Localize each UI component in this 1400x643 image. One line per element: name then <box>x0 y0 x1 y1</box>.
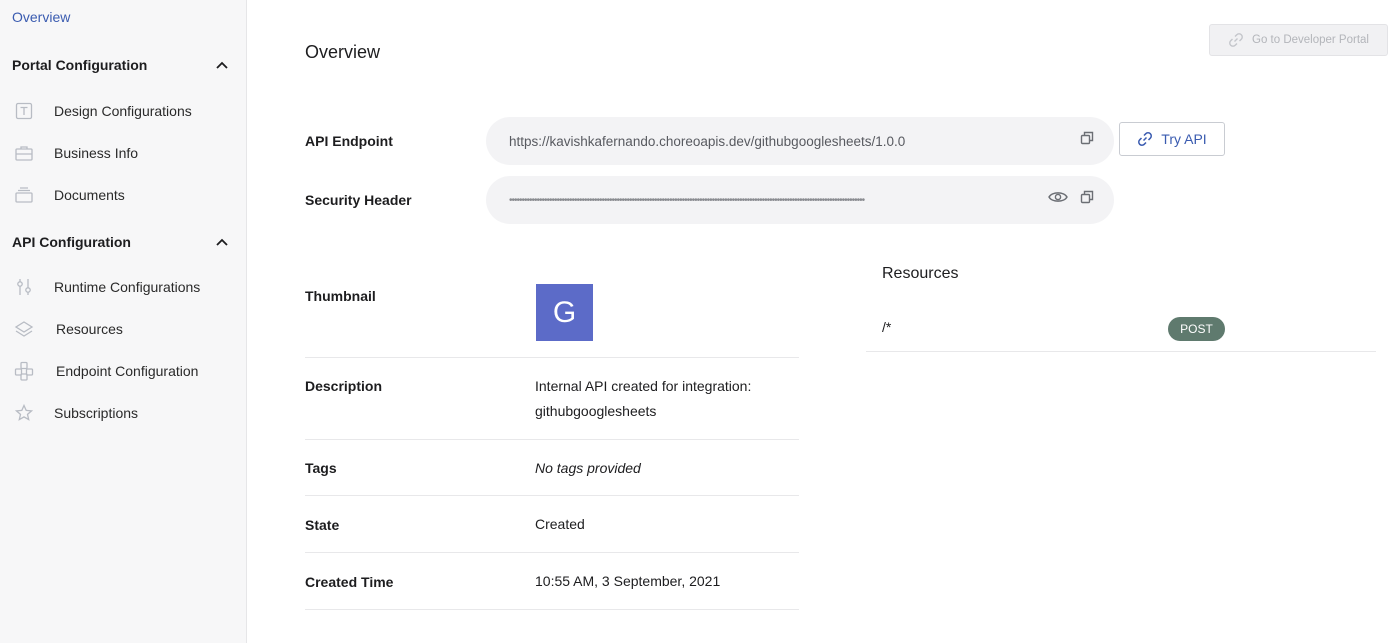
security-header-field[interactable]: ••••••••••••••••••••••••••••••••••••••••… <box>486 176 1114 224</box>
created-time-value: 10:55 AM, 3 September, 2021 <box>535 573 721 589</box>
page-title: Overview <box>305 42 381 62</box>
sidebar-item-label: Endpoint Configuration <box>56 363 199 379</box>
endpoint-icon <box>14 361 34 381</box>
try-api-label: Try API <box>1161 131 1207 147</box>
thumbnail-label: Thumbnail <box>305 288 376 304</box>
sidebar-item-label: Subscriptions <box>54 405 139 421</box>
description-line: Internal API created for integration: <box>535 378 752 394</box>
sidebar-item-endpoint-configuration[interactable]: Endpoint Configuration <box>14 359 234 383</box>
row-divider <box>305 439 799 440</box>
dev-portal-label: Go to Developer Portal <box>1252 34 1369 46</box>
copy-icon[interactable] <box>1080 131 1094 145</box>
sidebar-item-label: Documents <box>54 187 125 203</box>
security-header-masked-value: ••••••••••••••••••••••••••••••••••••••••… <box>509 194 865 206</box>
state-label: State <box>305 517 340 533</box>
link-icon <box>1138 132 1153 146</box>
row-divider <box>305 552 799 553</box>
description-label: Description <box>305 378 383 394</box>
created-time-label: Created Time <box>305 574 394 590</box>
api-endpoint-field[interactable]: https://kavishkafernando.choreoapis.dev/… <box>486 117 1114 165</box>
security-header-label: Security Header <box>305 192 412 208</box>
row-divider <box>305 495 799 496</box>
description-value: Internal API created for integration: gi… <box>535 374 751 424</box>
api-endpoint-label: API Endpoint <box>305 133 393 149</box>
sidebar: Overview Portal Configuration Design Con… <box>0 0 247 643</box>
link-icon <box>1229 33 1243 47</box>
chevron-up-icon[interactable] <box>214 57 230 73</box>
state-value: Created <box>535 516 585 532</box>
sidebar-item-overview[interactable]: Overview <box>12 9 70 25</box>
resource-divider <box>866 351 1376 352</box>
sidebar-item-label: Resources <box>56 321 123 337</box>
sidebar-item-business-info[interactable]: Business Info <box>14 141 234 165</box>
sidebar-item-design-configurations[interactable]: Design Configurations <box>14 99 234 123</box>
resource-path[interactable]: /* <box>882 319 891 335</box>
http-method-badge: POST <box>1168 317 1225 341</box>
portal-configuration-label: Portal Configuration <box>12 57 148 73</box>
sidebar-item-runtime-configurations[interactable]: Runtime Configurations <box>14 275 234 299</box>
copy-icon[interactable] <box>1080 190 1094 204</box>
try-api-button[interactable]: Try API <box>1119 122 1225 156</box>
sidebar-item-label: Design Configurations <box>54 103 192 119</box>
api-thumbnail: G <box>536 284 593 341</box>
layers-icon <box>14 319 34 339</box>
sidebar-item-documents[interactable]: Documents <box>14 183 234 207</box>
row-divider <box>305 357 799 358</box>
api-configuration-label: API Configuration <box>12 234 131 250</box>
document-stack-icon <box>14 185 34 205</box>
sidebar-item-label: Business Info <box>54 145 139 161</box>
sliders-icon <box>14 277 34 297</box>
sidebar-item-label: Runtime Configurations <box>54 279 201 295</box>
resources-title: Resources <box>882 265 959 282</box>
api-endpoint-url: https://kavishkafernando.choreoapis.dev/… <box>509 133 906 149</box>
tags-label: Tags <box>305 460 337 476</box>
eye-icon[interactable] <box>1048 190 1068 204</box>
go-to-developer-portal-button[interactable]: Go to Developer Portal <box>1209 24 1388 56</box>
description-line: githubgooglesheets <box>535 403 657 419</box>
star-icon <box>14 403 34 423</box>
briefcase-icon <box>14 143 34 163</box>
row-divider <box>305 609 799 610</box>
text-template-icon <box>14 101 34 121</box>
sidebar-item-resources[interactable]: Resources <box>14 317 234 341</box>
chevron-up-icon[interactable] <box>214 234 230 250</box>
api-configuration-section[interactable]: API Configuration <box>12 232 230 252</box>
portal-configuration-section[interactable]: Portal Configuration <box>12 55 230 75</box>
sidebar-item-subscriptions[interactable]: Subscriptions <box>14 401 234 425</box>
tags-value: No tags provided <box>535 460 641 476</box>
